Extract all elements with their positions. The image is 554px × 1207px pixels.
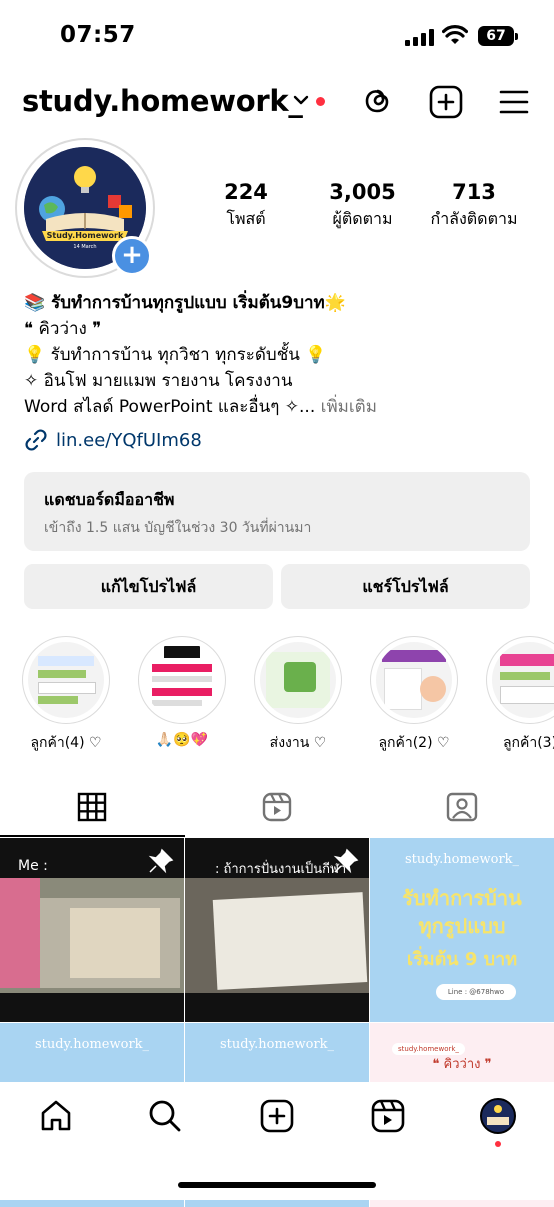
post-2-caption: : ถ้าการปั่นงานเป็นกีฬา bbox=[215, 862, 347, 877]
stat-followers-label: ผู้ติดตาม bbox=[332, 209, 393, 228]
reels-icon[interactable] bbox=[371, 1099, 405, 1133]
profile-link[interactable]: lin.ee/YQfUIm68 bbox=[24, 428, 202, 452]
dashboard-title: แดชบอร์ดมืออาชีพ bbox=[44, 490, 175, 509]
link-icon bbox=[25, 429, 47, 451]
highlight-4[interactable]: ลูกค้า(2) ♡ bbox=[368, 636, 460, 754]
grid-post-1[interactable]: Me : bbox=[0, 838, 184, 1022]
post-6-tag: ❝ คิวว่าง ❞ bbox=[432, 1057, 492, 1072]
highlight-1[interactable]: ลูกค้า(4) ♡ bbox=[20, 636, 112, 754]
post-4-brand: study.homework_ bbox=[34, 1037, 150, 1052]
bio-line-5: Word สไลด์ PowerPoint และอื่นๆ ✧... bbox=[24, 397, 316, 417]
post-3-title-2: ทุกรูปแบบ bbox=[418, 914, 506, 938]
highlight-3-label: ส่งงาน ♡ bbox=[269, 735, 327, 751]
highlight-1-label: ลูกค้า(4) ♡ bbox=[30, 735, 102, 751]
stat-posts-label: โพสต์ bbox=[226, 209, 266, 228]
account-username-switcher[interactable]: study.homework_ bbox=[22, 84, 303, 118]
highlight-5[interactable]: ลูกค้า(3) bbox=[484, 636, 554, 754]
status-time: 07:57 bbox=[60, 22, 136, 48]
highlight-3[interactable]: ส่งงาน ♡ bbox=[252, 636, 344, 754]
post-3-title-3: เริ่มต้น 9 บาท bbox=[406, 949, 518, 970]
stat-posts-value: 224 bbox=[224, 180, 268, 204]
threads-icon[interactable] bbox=[361, 84, 393, 118]
grid-post-3[interactable]: study.homework_ รับทำการบ้าน ทุกรูปแบบ เ… bbox=[370, 838, 554, 1022]
stat-following-label: กำลังติดตาม bbox=[430, 209, 518, 228]
menu-icon[interactable] bbox=[499, 89, 529, 115]
bio-more-link[interactable]: เพิ่มเติม bbox=[321, 397, 377, 417]
dashboard-subtitle: เข้าถึง 1.5 แสน บัญชีในช่วง 30 วันที่ผ่า… bbox=[44, 520, 312, 536]
bio-line-1: 📚 รับทำการบ้านทุกรูปแบบ เริ่มต้น9บาท🌟 bbox=[24, 293, 346, 313]
highlight-5-label: ลูกค้า(3) bbox=[502, 735, 554, 751]
create-post-icon[interactable] bbox=[429, 85, 463, 119]
edit-profile-button[interactable]: แก้ไขโปรไฟล์ bbox=[24, 564, 273, 609]
pin-icon bbox=[333, 848, 359, 874]
share-profile-button[interactable]: แชร์โปรไฟล์ bbox=[281, 564, 530, 609]
bio: 📚 รับทำการบ้านทุกรูปแบบ เริ่มต้น9บาท🌟 ❝ … bbox=[24, 290, 544, 420]
active-tab-indicator bbox=[0, 835, 185, 837]
notification-dot bbox=[316, 97, 325, 106]
post-3-brand: study.homework_ bbox=[404, 852, 520, 867]
bio-line-2: ❝ คิวว่าง ❞ bbox=[24, 319, 102, 339]
highlight-4-label: ลูกค้า(2) ♡ bbox=[378, 735, 450, 751]
tagged-tab-icon[interactable] bbox=[446, 792, 478, 822]
highlight-4-cover bbox=[376, 642, 452, 718]
highlight-2-label: 🙏🏻🥺💖 bbox=[155, 732, 209, 748]
bio-line-3: 💡 รับทำการบ้าน ทุกวิชา ทุกระดับชั้น 💡 bbox=[24, 345, 327, 365]
highlight-2-cover bbox=[144, 642, 220, 718]
highlight-3-cover bbox=[260, 642, 336, 718]
stat-following[interactable]: 713 กำลังติดตาม bbox=[416, 180, 532, 232]
home-indicator bbox=[178, 1182, 376, 1188]
wifi-icon bbox=[442, 25, 468, 44]
cellular-signal-icon bbox=[405, 28, 434, 46]
bio-line-4: ✧ อินโฟ มายแมพ รายงาน โครงงาน bbox=[24, 371, 293, 391]
stat-followers-value: 3,005 bbox=[329, 180, 396, 204]
stat-followers[interactable]: 3,005 ผู้ติดตาม bbox=[315, 180, 410, 232]
professional-dashboard[interactable]: แดชบอร์ดมืออาชีพ เข้าถึง 1.5 แสน บัญชีใน… bbox=[24, 472, 530, 551]
post-5-brand: study.homework_ bbox=[219, 1037, 335, 1052]
create-icon[interactable] bbox=[260, 1099, 294, 1133]
stat-following-value: 713 bbox=[452, 180, 496, 204]
post-1-caption: Me : bbox=[18, 858, 48, 874]
highlight-5-cover bbox=[492, 642, 554, 718]
pin-icon bbox=[148, 848, 174, 874]
profile-tab-avatar[interactable] bbox=[480, 1098, 516, 1134]
battery-indicator: 67 bbox=[478, 26, 518, 46]
search-icon[interactable] bbox=[148, 1099, 182, 1133]
grid-tab-icon[interactable] bbox=[77, 792, 107, 822]
stat-posts[interactable]: 224 โพสต์ bbox=[206, 180, 286, 232]
profile-notification-dot bbox=[495, 1141, 501, 1147]
profile-link-text: lin.ee/YQfUIm68 bbox=[56, 429, 202, 451]
highlight-2[interactable]: 🙏🏻🥺💖 bbox=[136, 636, 228, 748]
chevron-down-icon[interactable] bbox=[293, 94, 309, 106]
reels-tab-icon[interactable] bbox=[262, 792, 292, 822]
post-3-line-id: Line : @678hwo bbox=[436, 984, 516, 1000]
add-story-button[interactable]: + bbox=[112, 236, 152, 276]
grid-post-2[interactable]: : ถ้าการปั่นงานเป็นกีฬา bbox=[185, 838, 369, 1022]
highlight-1-cover bbox=[28, 642, 104, 718]
home-icon[interactable] bbox=[39, 1099, 73, 1133]
